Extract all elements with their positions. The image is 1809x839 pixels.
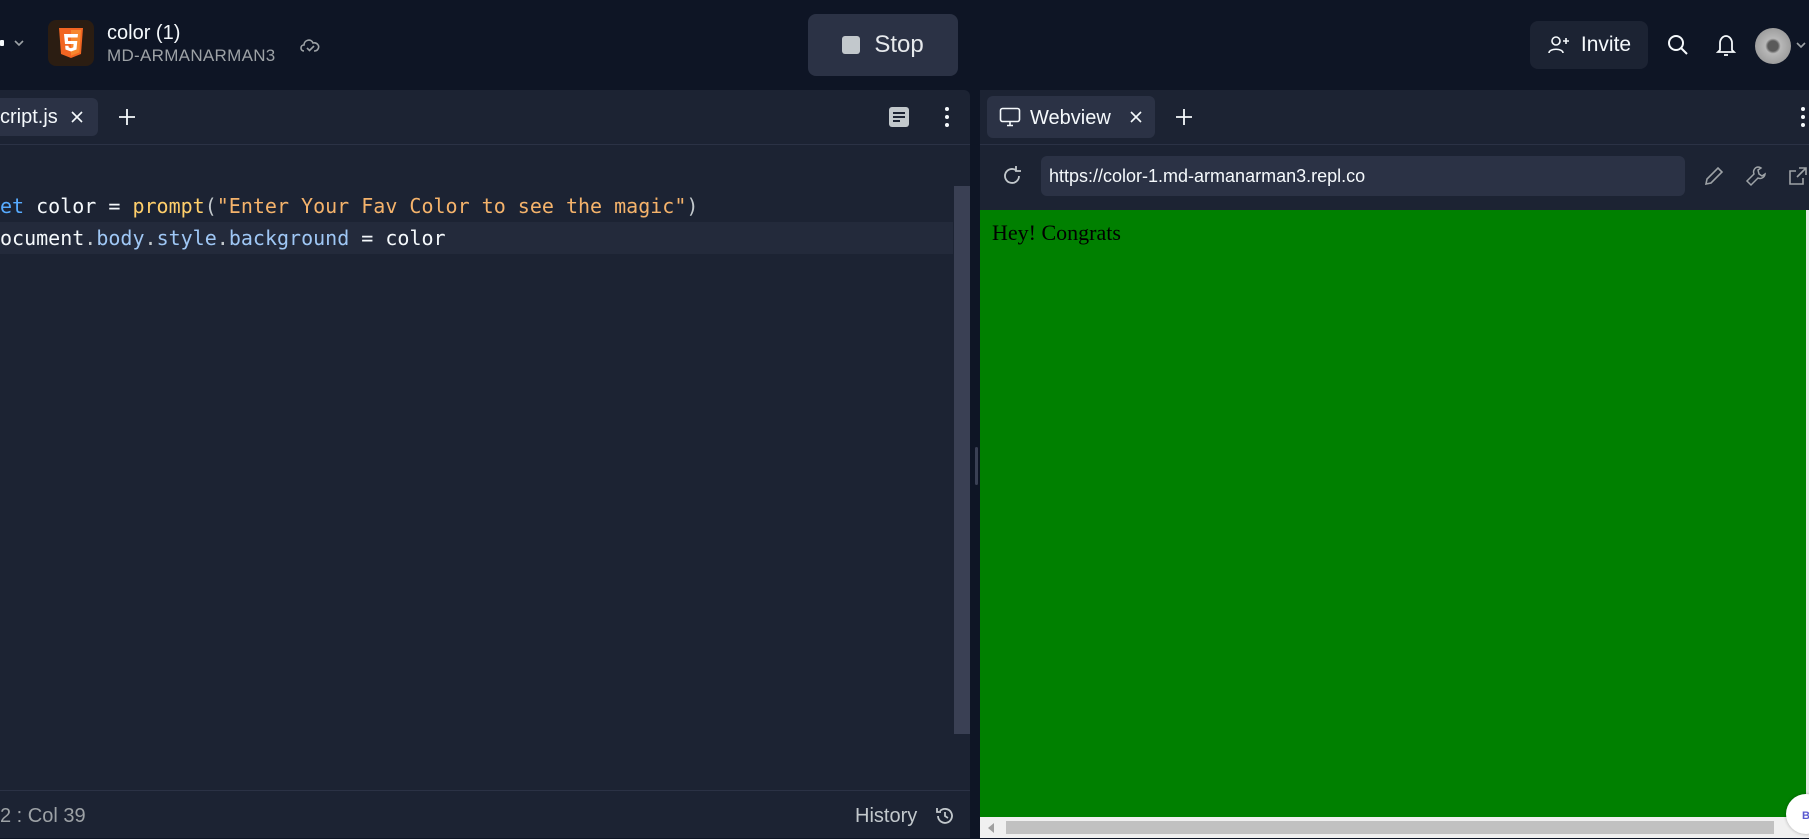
webview-pane: Webview Hey! Congra — [980, 90, 1809, 838]
code-token: . — [84, 226, 97, 250]
resize-handle[interactable] — [975, 447, 978, 485]
code-token: et — [0, 194, 25, 218]
external-link-icon[interactable] — [1786, 164, 1809, 188]
reload-icon[interactable] — [1000, 164, 1024, 188]
cloud-check-icon[interactable] — [298, 34, 322, 56]
history-icon[interactable] — [934, 805, 956, 827]
search-icon[interactable] — [1666, 33, 1690, 57]
code-token: prompt — [132, 194, 205, 218]
url-input[interactable] — [1041, 156, 1685, 196]
project-owner[interactable]: MD-ARMANARMAN3 — [107, 46, 276, 66]
wrench-icon[interactable] — [1744, 164, 1768, 188]
webview-tab-label: Webview — [1030, 107, 1111, 129]
more-vertical-icon[interactable] — [935, 104, 959, 130]
scrollbar-thumb[interactable] — [1006, 821, 1774, 834]
code-line[interactable]: et color = prompt("Enter Your Fav Color … — [0, 190, 955, 222]
add-user-icon — [1548, 36, 1569, 54]
vertical-scrollbar[interactable] — [954, 186, 970, 734]
add-tab-icon[interactable] — [116, 106, 138, 128]
top-bar: color (1) MD-ARMANARMAN3 Stop Invite — [0, 0, 1809, 90]
close-icon[interactable] — [1129, 110, 1143, 124]
code-token: . — [144, 226, 157, 250]
code-token: . — [216, 226, 229, 250]
outline-icon[interactable] — [887, 105, 911, 129]
webview-content[interactable]: Hey! Congrats — [980, 210, 1806, 817]
close-icon[interactable] — [70, 110, 84, 124]
scroll-left-icon[interactable] — [988, 823, 994, 833]
invite-label: Invite — [1580, 33, 1632, 56]
badge-text: B — [1802, 810, 1809, 822]
monitor-icon — [999, 107, 1021, 127]
horizontal-scrollbar[interactable] — [980, 817, 1809, 838]
html5-icon[interactable] — [48, 20, 94, 66]
bell-icon[interactable] — [1714, 32, 1738, 58]
invite-button[interactable]: Invite — [1530, 21, 1648, 69]
stop-button[interactable]: Stop — [808, 14, 958, 76]
tab-script-js[interactable]: cript.js — [0, 98, 98, 136]
code-token: style — [156, 226, 217, 250]
file-tab-label: cript.js — [0, 106, 58, 128]
chevron-down-icon[interactable] — [12, 36, 26, 50]
code-token: ) — [686, 194, 699, 218]
code-token: background — [228, 226, 350, 250]
webview-tab-bar: Webview — [980, 90, 1809, 145]
code-editor-pane: cript.js et color = prompt("Enter Your F… — [0, 90, 970, 838]
more-vertical-icon[interactable] — [1798, 104, 1808, 130]
code-line[interactable]: ocument.body.style.background = color — [0, 222, 953, 254]
code-token: ocument — [0, 226, 85, 250]
code-token: color = — [24, 194, 133, 218]
editor-tab-bar: cript.js — [0, 90, 970, 145]
project-title[interactable]: color (1) — [107, 22, 180, 45]
avatar[interactable] — [1755, 28, 1791, 64]
pencil-icon[interactable] — [1702, 164, 1726, 188]
url-bar — [980, 144, 1809, 210]
code-token: "Enter Your Fav Color to see the magic" — [216, 194, 687, 218]
stop-label: Stop — [874, 31, 924, 58]
cursor-position: 2 : Col 39 — [0, 805, 86, 827]
code-token: ( — [204, 194, 217, 218]
tab-webview[interactable]: Webview — [987, 96, 1155, 138]
stop-icon — [842, 36, 861, 54]
history-button[interactable]: History — [855, 805, 917, 828]
code-area[interactable]: et color = prompt("Enter Your Fav Color … — [0, 190, 955, 254]
code-token: = color — [349, 226, 446, 250]
code-token: body — [96, 226, 145, 250]
chevron-down-icon[interactable] — [1794, 38, 1808, 52]
menu-icon[interactable] — [0, 40, 4, 46]
editor-status-bar: 2 : Col 39 History — [0, 790, 970, 839]
add-tab-icon[interactable] — [1173, 106, 1195, 128]
page-text: Hey! Congrats — [992, 220, 1121, 245]
